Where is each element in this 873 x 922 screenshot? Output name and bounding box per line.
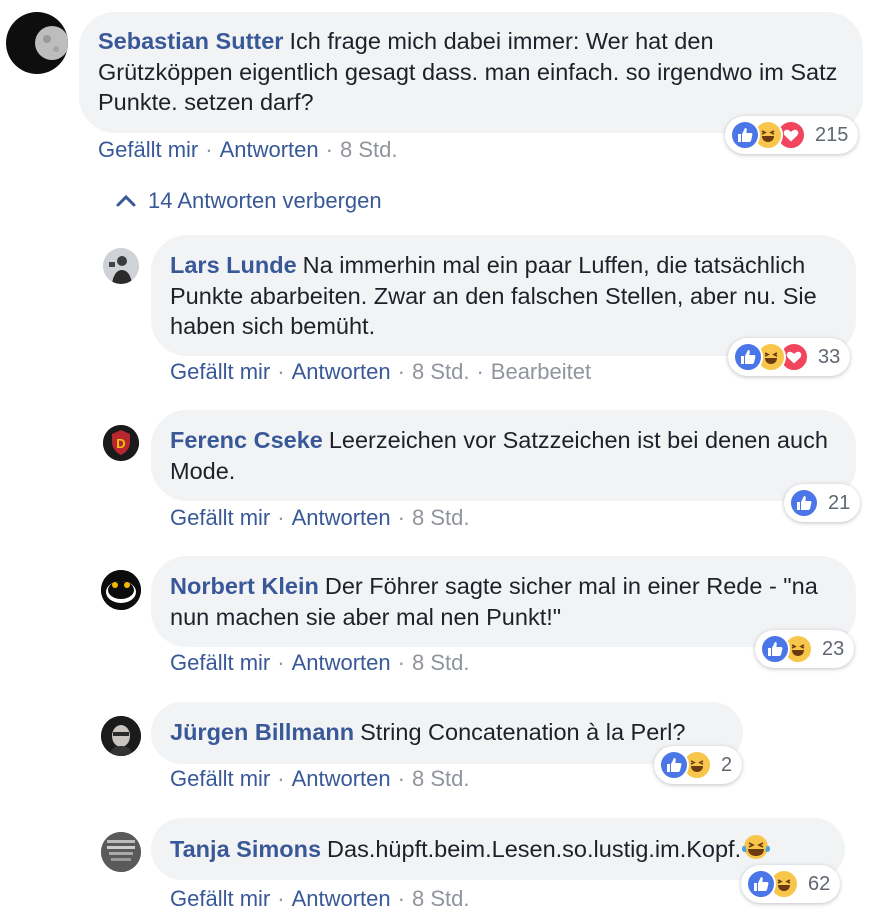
- reply-actions: Gefällt mir · Antworten · 8 Std.: [170, 766, 469, 792]
- reply-text: String Concatenation à la Perl?: [360, 719, 686, 745]
- reaction-count: 2: [721, 753, 733, 776]
- like-icon: [746, 869, 776, 899]
- like-link[interactable]: Gefällt mir: [170, 886, 270, 911]
- separator-dot: ·: [325, 137, 333, 162]
- reply-bubble: Norbert Klein Der Föhrer sagte sicher mal…: [151, 556, 856, 647]
- separator-dot: ·: [397, 359, 405, 384]
- reply-author[interactable]: Jürgen Billmann: [170, 719, 354, 745]
- reaction-count: 62: [808, 872, 831, 895]
- edited-label[interactable]: Bearbeitet: [491, 359, 591, 384]
- reply-link[interactable]: Antworten: [292, 359, 391, 384]
- separator-dot: ·: [397, 505, 405, 530]
- reply-text: Das.hüpft.beim.Lesen.so.lustig.im.Kopf.: [327, 836, 742, 862]
- tears-of-joy-emoji: [741, 833, 771, 869]
- separator-dot: ·: [397, 650, 405, 675]
- reply-author[interactable]: Tanja Simons: [170, 836, 321, 862]
- comment-actions: Gefällt mir · Antworten · 8 Std.: [98, 137, 397, 163]
- like-icon: [733, 342, 763, 372]
- chevron-up-icon: [116, 188, 136, 214]
- reaction-summary[interactable]: 21: [784, 484, 861, 522]
- timestamp[interactable]: 8 Std.: [340, 137, 397, 162]
- person-avatar-image: [103, 248, 139, 284]
- avatar-sebastian-sutter[interactable]: [6, 12, 68, 74]
- reaction-summary[interactable]: 33: [728, 338, 851, 376]
- avatar-tanja-simons[interactable]: [101, 832, 141, 872]
- like-link[interactable]: Gefällt mir: [170, 650, 270, 675]
- separator-dot: ·: [277, 886, 285, 911]
- person-avatar-image: [101, 716, 141, 756]
- like-link[interactable]: Gefällt mir: [170, 359, 270, 384]
- reply-link[interactable]: Antworten: [292, 650, 391, 675]
- separator-dot: ·: [476, 359, 484, 384]
- reply-link[interactable]: Antworten: [292, 766, 391, 791]
- separator-dot: ·: [277, 505, 285, 530]
- avatar-norbert-klein[interactable]: [101, 570, 141, 610]
- reply-actions: Gefällt mir · Antworten · 8 Std.: [170, 505, 469, 531]
- timestamp[interactable]: 8 Std.: [412, 766, 469, 791]
- crest-avatar-image: D: [103, 425, 139, 461]
- reply-author[interactable]: Norbert Klein: [170, 573, 319, 599]
- comment-bubble: Sebastian Sutter Ich frage mich dabei imm…: [79, 12, 863, 133]
- sign-avatar-image: [101, 832, 141, 872]
- reply-link[interactable]: Antworten: [292, 505, 391, 530]
- separator-dot: ·: [277, 766, 285, 791]
- reaction-count: 215: [815, 123, 849, 146]
- reply-link[interactable]: Antworten: [220, 137, 319, 162]
- reply-author[interactable]: Ferenc Cseke: [170, 427, 323, 453]
- like-icon: [659, 750, 689, 780]
- reply-link[interactable]: Antworten: [292, 886, 391, 911]
- reply-actions: Gefällt mir · Antworten · 8 Std.: [170, 650, 469, 676]
- moon-avatar-image: [35, 26, 68, 60]
- hide-replies-toggle[interactable]: 14 Antworten verbergen: [116, 188, 382, 214]
- timestamp[interactable]: 8 Std.: [412, 359, 469, 384]
- avatar-lars-lunde[interactable]: [103, 248, 139, 284]
- reaction-summary[interactable]: 23: [755, 630, 855, 668]
- reaction-summary[interactable]: 2: [654, 746, 743, 784]
- reaction-count: 33: [818, 345, 841, 368]
- hide-replies-label: 14 Antworten verbergen: [148, 188, 382, 213]
- like-link[interactable]: Gefällt mir: [98, 137, 198, 162]
- comment-author[interactable]: Sebastian Sutter: [98, 28, 283, 54]
- reply-actions: Gefällt mir · Antworten · 8 Std. · Bearbeitet: [170, 359, 591, 385]
- reply-bubble: Tanja Simons Das.hüpft.beim.Lesen.so.lust…: [151, 818, 845, 880]
- separator-dot: ·: [397, 886, 405, 911]
- separator-dot: ·: [277, 650, 285, 675]
- separator-dot: ·: [277, 359, 285, 384]
- avatar-juergen-billmann[interactable]: [101, 716, 141, 756]
- like-link[interactable]: Gefällt mir: [170, 505, 270, 530]
- face-avatar-image: [101, 570, 141, 610]
- reply-actions: Gefällt mir · Antworten · 8 Std.: [170, 886, 469, 912]
- reply-bubble: Jürgen Billmann String Concatenation à la…: [151, 702, 743, 764]
- reaction-summary[interactable]: 62: [741, 865, 841, 903]
- reaction-summary[interactable]: 215: [725, 116, 859, 154]
- separator-dot: ·: [205, 137, 213, 162]
- reply-author[interactable]: Lars Lunde: [170, 252, 297, 278]
- separator-dot: ·: [397, 766, 405, 791]
- avatar-ferenc-cseke[interactable]: D: [103, 425, 139, 461]
- timestamp[interactable]: 8 Std.: [412, 505, 469, 530]
- timestamp[interactable]: 8 Std.: [412, 886, 469, 911]
- like-icon: [730, 120, 760, 150]
- reply-bubble: Ferenc Cseke Leerzeichen vor Satzzeichen …: [151, 410, 856, 501]
- reaction-count: 23: [822, 637, 845, 660]
- like-icon: [789, 488, 819, 518]
- like-link[interactable]: Gefällt mir: [170, 766, 270, 791]
- svg-text:D: D: [116, 436, 125, 451]
- timestamp[interactable]: 8 Std.: [412, 650, 469, 675]
- like-icon: [760, 634, 790, 664]
- reaction-count: 21: [828, 491, 851, 514]
